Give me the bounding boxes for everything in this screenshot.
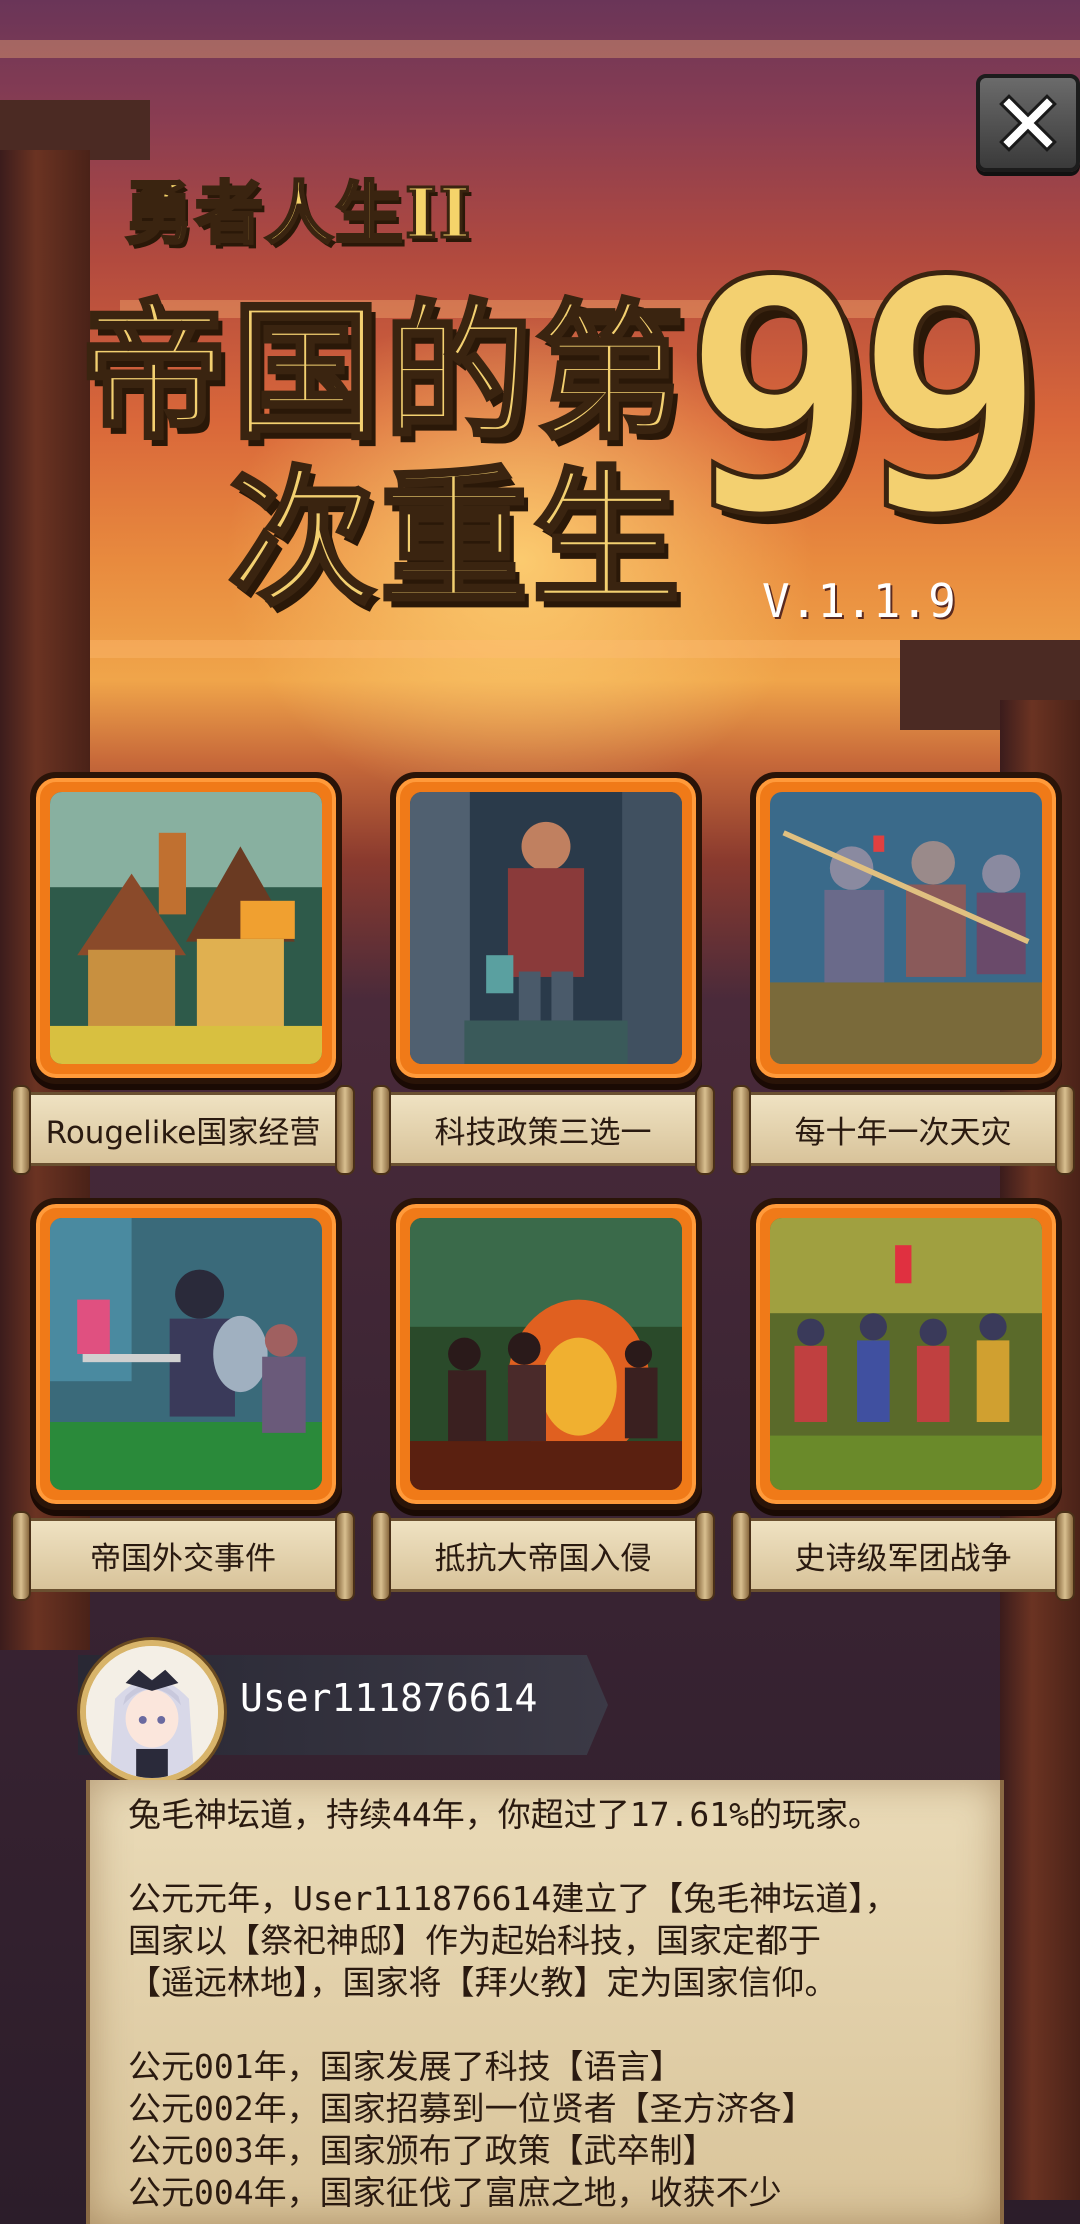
card-frame (390, 772, 702, 1084)
user-avatar[interactable] (80, 1640, 224, 1784)
army-march-art (770, 1218, 1042, 1490)
game-subtitle: 勇者人生II (124, 173, 473, 256)
card-frame (30, 1198, 342, 1510)
feature-card[interactable]: 抵抗大帝国入侵 (371, 1198, 715, 1608)
feature-card[interactable]: 史诗级军团战争 (731, 1198, 1075, 1608)
card-frame (390, 1198, 702, 1510)
statue-art (410, 792, 682, 1064)
knight-duel-art (50, 1218, 322, 1490)
chronicle-event: 公元001年，国家发展了科技【语言】 (128, 2047, 683, 2086)
feature-label: 科技政策三选一 (371, 1085, 715, 1175)
chronicle-line: 【遥远林地】，国家将【拜火教】定为国家信仰。 (128, 1963, 838, 2002)
knights-charge-art (770, 792, 1042, 1064)
card-frame (750, 772, 1062, 1084)
feature-card[interactable]: 帝国外交事件 (11, 1198, 355, 1608)
burning-city-art (410, 1218, 682, 1490)
feature-card[interactable]: 科技政策三选一 (371, 772, 715, 1182)
feature-label: 抵抗大帝国入侵 (371, 1511, 715, 1601)
sky-stripe (0, 40, 1080, 58)
chronicle-event: 公元003年，国家颁布了政策【武卒制】 (128, 2131, 716, 2170)
game-title-line2: 次重生 (226, 449, 684, 627)
chronicle-line: 公元元年，User111876614建立了【兔毛神坛道】， (128, 1879, 898, 1918)
chronicle-summary: 兔毛神坛道，持续44年，你超过了17.61%的玩家。 (128, 1795, 881, 1834)
feature-label: Rougelike国家经营 (11, 1085, 355, 1175)
feature-card[interactable]: 每十年一次天灾 (731, 772, 1075, 1182)
feature-label: 帝国外交事件 (11, 1511, 355, 1601)
feature-card[interactable]: Rougelike国家经营 (11, 772, 355, 1182)
feature-label: 每十年一次天灾 (731, 1085, 1075, 1175)
chronicle-text: 兔毛神坛道，持续44年，你超过了17.61%的玩家。 公元元年，User1118… (128, 1794, 978, 2214)
card-frame (30, 772, 342, 1084)
chronicle-event: 公元004年，国家征伐了富庶之地，收获不少 (128, 2173, 782, 2212)
sky-stripe (40, 640, 1040, 658)
version-label: V.1.1.9 (762, 574, 956, 628)
card-frame (750, 1198, 1062, 1510)
anime-avatar-icon (86, 1646, 218, 1778)
chronicle-event: 公元002年，国家招募到一位贤者【圣方济各】 (128, 2089, 815, 2128)
close-icon (999, 94, 1057, 152)
feature-label: 史诗级军团战争 (731, 1511, 1075, 1601)
username: User111876614 (240, 1676, 538, 1720)
village-art (50, 792, 322, 1064)
close-button[interactable] (976, 74, 1080, 172)
game-title-number: 99 (679, 212, 1049, 584)
chronicle-panel[interactable]: 兔毛神坛道，持续44年，你超过了17.61%的玩家。 公元元年，User1118… (86, 1780, 1004, 2224)
chronicle-line: 国家以【祭祀神邸】作为起始科技，国家定都于 (128, 1921, 821, 1960)
